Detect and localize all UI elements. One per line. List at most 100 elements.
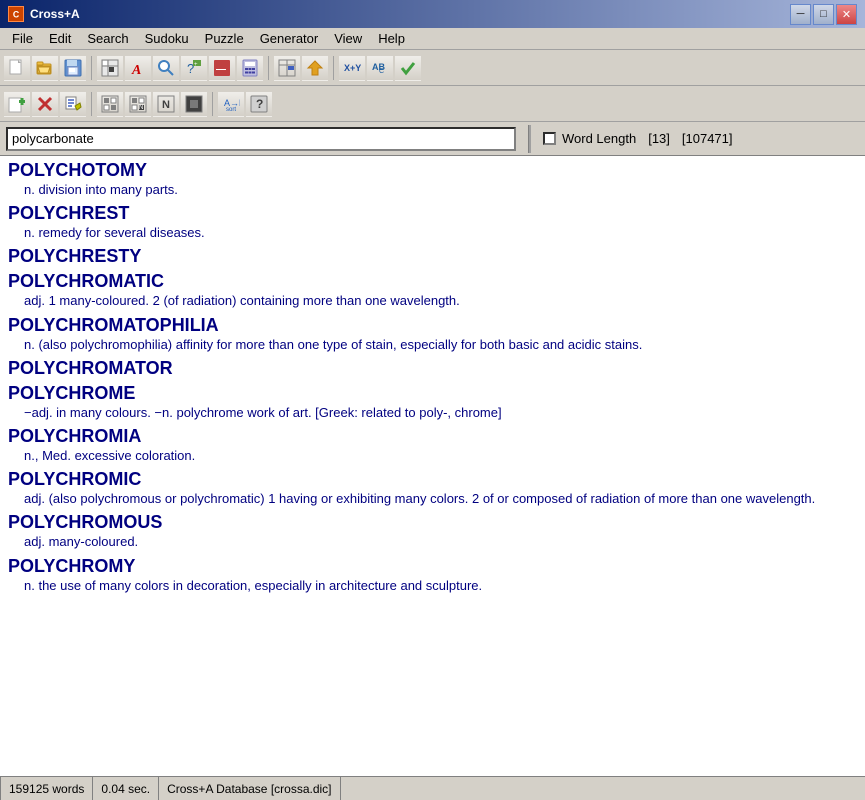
dict-definition: −adj. in many colours. −n. polychrome wo… <box>8 404 857 422</box>
list-item: POLYCHROMOUSadj. many-coloured. <box>8 512 857 551</box>
svg-text:?: ? <box>256 97 263 111</box>
svg-text:X+Y: X+Y <box>344 63 361 73</box>
menu-view[interactable]: View <box>326 29 370 48</box>
word-count-total: [107471] <box>682 131 733 146</box>
close-button[interactable]: ✕ <box>836 4 857 25</box>
menu-generator[interactable]: Generator <box>252 29 327 48</box>
app-icon: C <box>8 6 24 22</box>
search-separator <box>528 125 531 153</box>
sep1 <box>91 56 92 80</box>
dict-definition: adj. (also polychromous or polychromatic… <box>8 490 857 508</box>
dict-word[interactable]: POLYCHROMATOPHILIA <box>8 315 857 336</box>
dict-definition: n., Med. excessive coloration. <box>8 447 857 465</box>
edit-entry-button[interactable] <box>60 91 86 117</box>
search-bar: Word Length [13] [107471] <box>0 122 865 156</box>
dict-word[interactable]: POLYCHROMOUS <box>8 512 857 533</box>
open-button[interactable] <box>32 55 58 81</box>
title-bar: C Cross+A ─ □ ✕ <box>0 0 865 28</box>
table-button[interactable] <box>274 55 300 81</box>
list-item: POLYCHROME−adj. in many colours. −n. pol… <box>8 383 857 422</box>
svg-text:sort: sort <box>226 107 236 113</box>
dict-word[interactable]: POLYCHROMATOR <box>8 358 857 379</box>
menu-search[interactable]: Search <box>79 29 136 48</box>
dict-definition: adj. 1 many-coloured. 2 (of radiation) c… <box>8 292 857 310</box>
svg-text:+: + <box>194 62 198 68</box>
verify-button[interactable] <box>395 55 421 81</box>
title-buttons: ─ □ ✕ <box>790 4 857 25</box>
dict-word[interactable]: POLYCHREST <box>8 203 857 224</box>
arrange-button[interactable]: A→B sort <box>218 91 244 117</box>
maximize-button[interactable]: □ <box>813 4 834 25</box>
sep3 <box>333 56 334 80</box>
dict-word[interactable]: POLYCHOTOMY <box>8 160 857 181</box>
word-length-value: [13] <box>648 131 670 146</box>
minimize-button[interactable]: ─ <box>790 4 811 25</box>
new-button[interactable] <box>4 55 30 81</box>
delete-entry-button[interactable] <box>32 91 58 117</box>
add-entry-button[interactable] <box>4 91 30 117</box>
menu-help[interactable]: Help <box>370 29 413 48</box>
status-database: Cross+A Database [crossa.dic] <box>159 777 340 800</box>
check-button[interactable]: ? + <box>181 55 207 81</box>
list-item: POLYCHROMATOPHILIAn. (also polychromophi… <box>8 315 857 354</box>
sep2 <box>268 56 269 80</box>
title-text: Cross+A <box>30 7 80 21</box>
svg-text:N: N <box>162 99 170 111</box>
dict-word[interactable]: POLYCHROME <box>8 383 857 404</box>
menu-file[interactable]: File <box>4 29 41 48</box>
status-bar: 159125 words 0.04 sec. Cross+A Database … <box>0 776 865 800</box>
abc-button[interactable]: X+Y <box>339 55 365 81</box>
menu-edit[interactable]: Edit <box>41 29 79 48</box>
main-area: POLYCHOTOMYn. division into many parts.P… <box>0 156 865 776</box>
calc-button[interactable] <box>237 55 263 81</box>
fill-button[interactable]: — <box>209 55 235 81</box>
word-length-area: Word Length [13] [107471] <box>543 131 733 146</box>
list-item: POLYCHOTOMYn. division into many parts. <box>8 160 857 199</box>
grid-button[interactable] <box>97 55 123 81</box>
dict-word[interactable]: POLYCHROMIC <box>8 469 857 490</box>
dict-definition: n. (also polychromophilia) affinity for … <box>8 336 857 354</box>
word-length-checkbox[interactable] <box>543 132 556 145</box>
dict-word[interactable]: POLYCHRESTY <box>8 246 857 267</box>
sep5 <box>212 92 213 116</box>
menu-bar: File Edit Search Sudoku Puzzle Generator… <box>0 28 865 50</box>
svg-text:—: — <box>216 64 226 75</box>
menu-sudoku[interactable]: Sudoku <box>137 29 197 48</box>
list-item: POLYCHROMATICadj. 1 many-coloured. 2 (of… <box>8 271 857 310</box>
spell-check-button[interactable]: AB C <box>367 55 393 81</box>
word-length-label: Word Length <box>562 131 636 146</box>
list-item: POLYCHROMATOR <box>8 358 857 379</box>
list-item: POLYCHRESTY <box>8 246 857 267</box>
list-item: POLYCHROMYn. the use of many colors in d… <box>8 556 857 595</box>
crossword-icon-button[interactable]: A <box>125 55 151 81</box>
svg-text:A: A <box>131 63 141 77</box>
black-cell-button[interactable] <box>181 91 207 117</box>
number-button[interactable]: N <box>153 91 179 117</box>
svg-text:C: C <box>13 10 20 20</box>
search-input[interactable] <box>6 127 516 151</box>
dict-definition: n. remedy for several diseases. <box>8 224 857 242</box>
dict-definition: adj. many-coloured. <box>8 533 857 551</box>
svg-text:C: C <box>379 68 384 75</box>
dict-definition: n. the use of many colors in decoration,… <box>8 577 857 595</box>
help-question-button[interactable]: ? <box>246 91 272 117</box>
dict-word[interactable]: POLYCHROMIA <box>8 426 857 447</box>
status-word-count: 159125 words <box>0 777 93 800</box>
status-time: 0.04 sec. <box>93 777 159 800</box>
find-button[interactable] <box>153 55 179 81</box>
dictionary-list[interactable]: POLYCHOTOMYn. division into many parts.P… <box>0 156 865 776</box>
menu-puzzle[interactable]: Puzzle <box>197 29 252 48</box>
save-button[interactable] <box>60 55 86 81</box>
pattern-button[interactable]: N <box>125 91 151 117</box>
dict-word[interactable]: POLYCHROMY <box>8 556 857 577</box>
sep4 <box>91 92 92 116</box>
dict-definition: n. division into many parts. <box>8 181 857 199</box>
list-item: POLYCHRESTn. remedy for several diseases… <box>8 203 857 242</box>
title-bar-left: C Cross+A <box>8 6 80 22</box>
export-button[interactable] <box>302 55 328 81</box>
list-item: POLYCHROMIAn., Med. excessive coloration… <box>8 426 857 465</box>
toolbar-2: N N A→B sort ? <box>0 86 865 122</box>
list-item: POLYCHROMICadj. (also polychromous or po… <box>8 469 857 508</box>
grid2-button[interactable] <box>97 91 123 117</box>
dict-word[interactable]: POLYCHROMATIC <box>8 271 857 292</box>
